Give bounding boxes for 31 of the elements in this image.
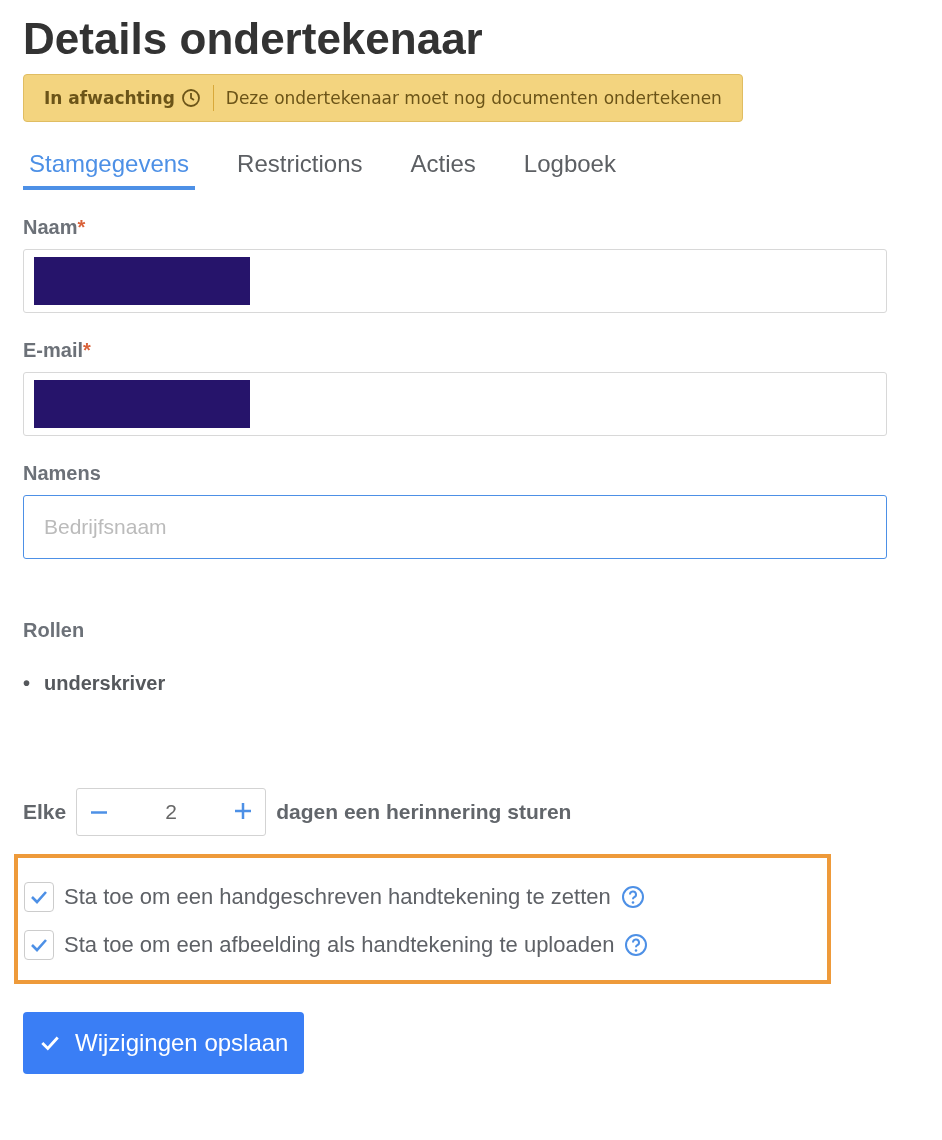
role-item: underskriver xyxy=(44,671,166,696)
help-icon[interactable] xyxy=(620,885,645,909)
option-label: Sta toe om een handgeschreven handtekening te zetten xyxy=(64,884,611,910)
number-stepper[interactable]: 2 xyxy=(76,788,267,836)
required-mark: * xyxy=(77,216,86,238)
tab[interactable]: Restrictions xyxy=(231,144,369,190)
field-label: E-mail xyxy=(23,339,84,361)
field-label: Naam xyxy=(23,216,78,238)
minus-icon xyxy=(89,810,110,814)
status-label: In afwachting xyxy=(44,88,175,108)
field-label: Namens xyxy=(23,462,101,484)
page-title: Details ondertekenaar xyxy=(23,14,484,64)
tab[interactable]: Stamgegevens xyxy=(23,144,196,190)
checkbox[interactable] xyxy=(24,882,54,912)
option-label: Sta toe om een afbeelding als handtekening te uploaden xyxy=(64,932,615,958)
bullet: • xyxy=(23,671,30,696)
clock-icon xyxy=(180,88,201,108)
stepper-value: 2 xyxy=(165,800,178,824)
input-field[interactable]: Bedrijfsnaam xyxy=(23,495,887,559)
reminder-prefix: Elke xyxy=(23,800,67,824)
roles-label: Rollen xyxy=(23,619,86,642)
tab[interactable]: Logboek xyxy=(517,144,622,190)
decrement-button[interactable] xyxy=(89,810,110,814)
save-button[interactable]: Wijzigingen opslaan xyxy=(23,1012,305,1074)
checkbox[interactable] xyxy=(24,930,54,960)
required-mark: * xyxy=(83,339,91,361)
help-icon[interactable] xyxy=(624,933,649,957)
tab[interactable]: Acties xyxy=(404,144,482,190)
reminder-suffix: dagen een herinnering sturen xyxy=(276,800,572,824)
plus-icon xyxy=(233,801,254,821)
status-message: Deze ondertekenaar moet nog documenten ondertekenen xyxy=(225,88,722,108)
